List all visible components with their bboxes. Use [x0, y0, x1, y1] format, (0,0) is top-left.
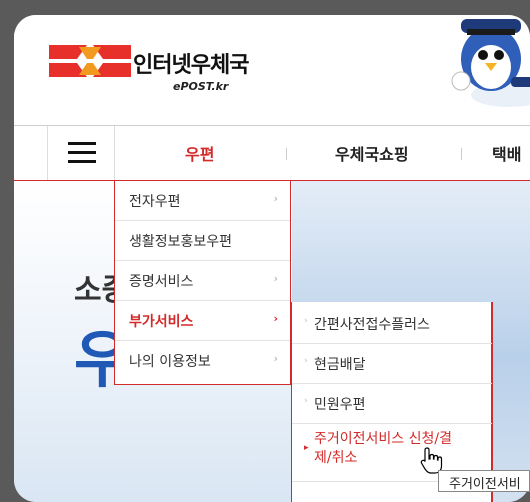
subsubmenu-item-label: 민원우편: [314, 397, 366, 413]
chevron-right-icon: ›: [273, 272, 278, 285]
bullet-icon: ›: [304, 396, 308, 406]
post-submenu: 전자우편 › 생활정보홍보우편 증명서비스 › 부가서비스 › 나의 이용정보 …: [114, 180, 291, 385]
submenu-item-life-info[interactable]: 생활정보홍보우편: [115, 221, 290, 261]
nav-separator: [461, 148, 462, 160]
submenu-item-label: 부가서비스: [129, 314, 194, 330]
nav-item-parcel[interactable]: 택배: [492, 141, 521, 165]
tooltip: 주거이전서비: [438, 470, 530, 492]
hamburger-menu-button[interactable]: [47, 126, 115, 180]
chevron-right-icon: ›: [273, 352, 278, 365]
epost-logo-icon: [49, 45, 131, 77]
submenu-item-certificate[interactable]: 증명서비스 ›: [115, 261, 290, 301]
nav-item-shopping[interactable]: 우체국쇼핑: [335, 141, 409, 165]
chevron-right-icon: ›: [273, 312, 278, 325]
site-header: 인터넷우체국 ePOST.kr: [14, 15, 530, 125]
submenu-item-additional[interactable]: 부가서비스 ›: [115, 301, 290, 341]
bullet-icon: ›: [304, 316, 308, 326]
submenu-item-label: 전자우편: [129, 194, 181, 210]
global-nav: 우편 우체국쇼핑 택배: [14, 125, 530, 182]
subsubmenu-item-cash-delivery[interactable]: › 현금배달: [292, 344, 492, 384]
submenu-item-my-info[interactable]: 나의 이용정보 ›: [115, 341, 290, 381]
subsubmenu-item-label: 간편사전접수플러스: [314, 317, 430, 333]
logo-subtitle: ePOST.kr: [173, 80, 229, 93]
submenu-item-e-mail-post[interactable]: 전자우편 ›: [115, 181, 290, 221]
submenu-item-label: 나의 이용정보: [129, 354, 211, 370]
logo-title: 인터넷우체국: [133, 53, 249, 78]
bullet-icon: ›: [304, 356, 308, 366]
subsubmenu-item-pre-registration[interactable]: › 간편사전접수플러스: [292, 304, 492, 344]
bullet-icon: ▸: [304, 443, 309, 453]
subsubmenu-item-civil-post[interactable]: › 민원우편: [292, 384, 492, 424]
chevron-right-icon: ›: [273, 192, 278, 205]
browser-viewport: 인터넷우체국 ePOST.kr 우편 우체국쇼핑 택배 소중 우 전자우편 › …: [14, 15, 530, 502]
epost-logo[interactable]: 인터넷우체국 ePOST.kr: [47, 37, 287, 93]
submenu-item-label: 생활정보홍보우편: [129, 234, 233, 250]
nav-separator: [286, 148, 287, 160]
subsubmenu-item-label: 현금배달: [314, 357, 366, 373]
nav-item-post[interactable]: 우편: [185, 141, 214, 165]
submenu-item-label: 증명서비스: [129, 274, 194, 290]
mascot-icon: [451, 19, 530, 107]
